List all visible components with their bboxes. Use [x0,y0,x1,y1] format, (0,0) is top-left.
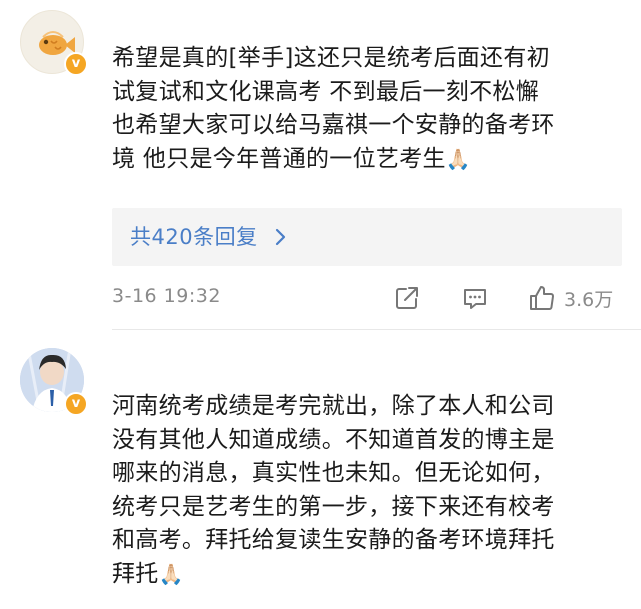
comment-date: 3-16 19:32 [112,285,221,307]
praying-hands-emoji: 🙏🏻 [445,146,472,171]
chevron-right-icon [275,228,286,246]
comment-text: 希望是真的[举手]这还只是统考后面还有初 试复试和文化课高考 不到最后一刻不松懈… [112,45,555,172]
replies-box[interactable]: 共420条回复 [112,208,622,266]
like-thumb-icon[interactable] [527,283,557,313]
comment-meta: 3-16 19:32 3.6万 [112,283,622,313]
share-icon[interactable] [392,283,422,313]
comment-item: v 河南统考成绩是考完就出，除了本人和公司 没有其他人知道成绩。不知道首发的博主… [0,330,641,609]
verified-v-badge-icon: v [64,52,88,76]
comment-text: 河南统考成绩是考完就出，除了本人和公司 没有其他人知道成绩。不知道首发的博主是 … [112,393,555,587]
praying-hands-emoji: 🙏🏻 [158,561,184,586]
like-count: 3.6万 [564,289,614,311]
view-replies-link[interactable]: 共420条回复 [130,222,258,252]
comment-icon[interactable] [460,283,490,313]
comment-item: v 希望是真的[举手]这还只是统考后面还有初 试复试和文化课高考 不到最后一刻不… [0,0,641,330]
verified-v-badge-icon: v [64,392,88,416]
